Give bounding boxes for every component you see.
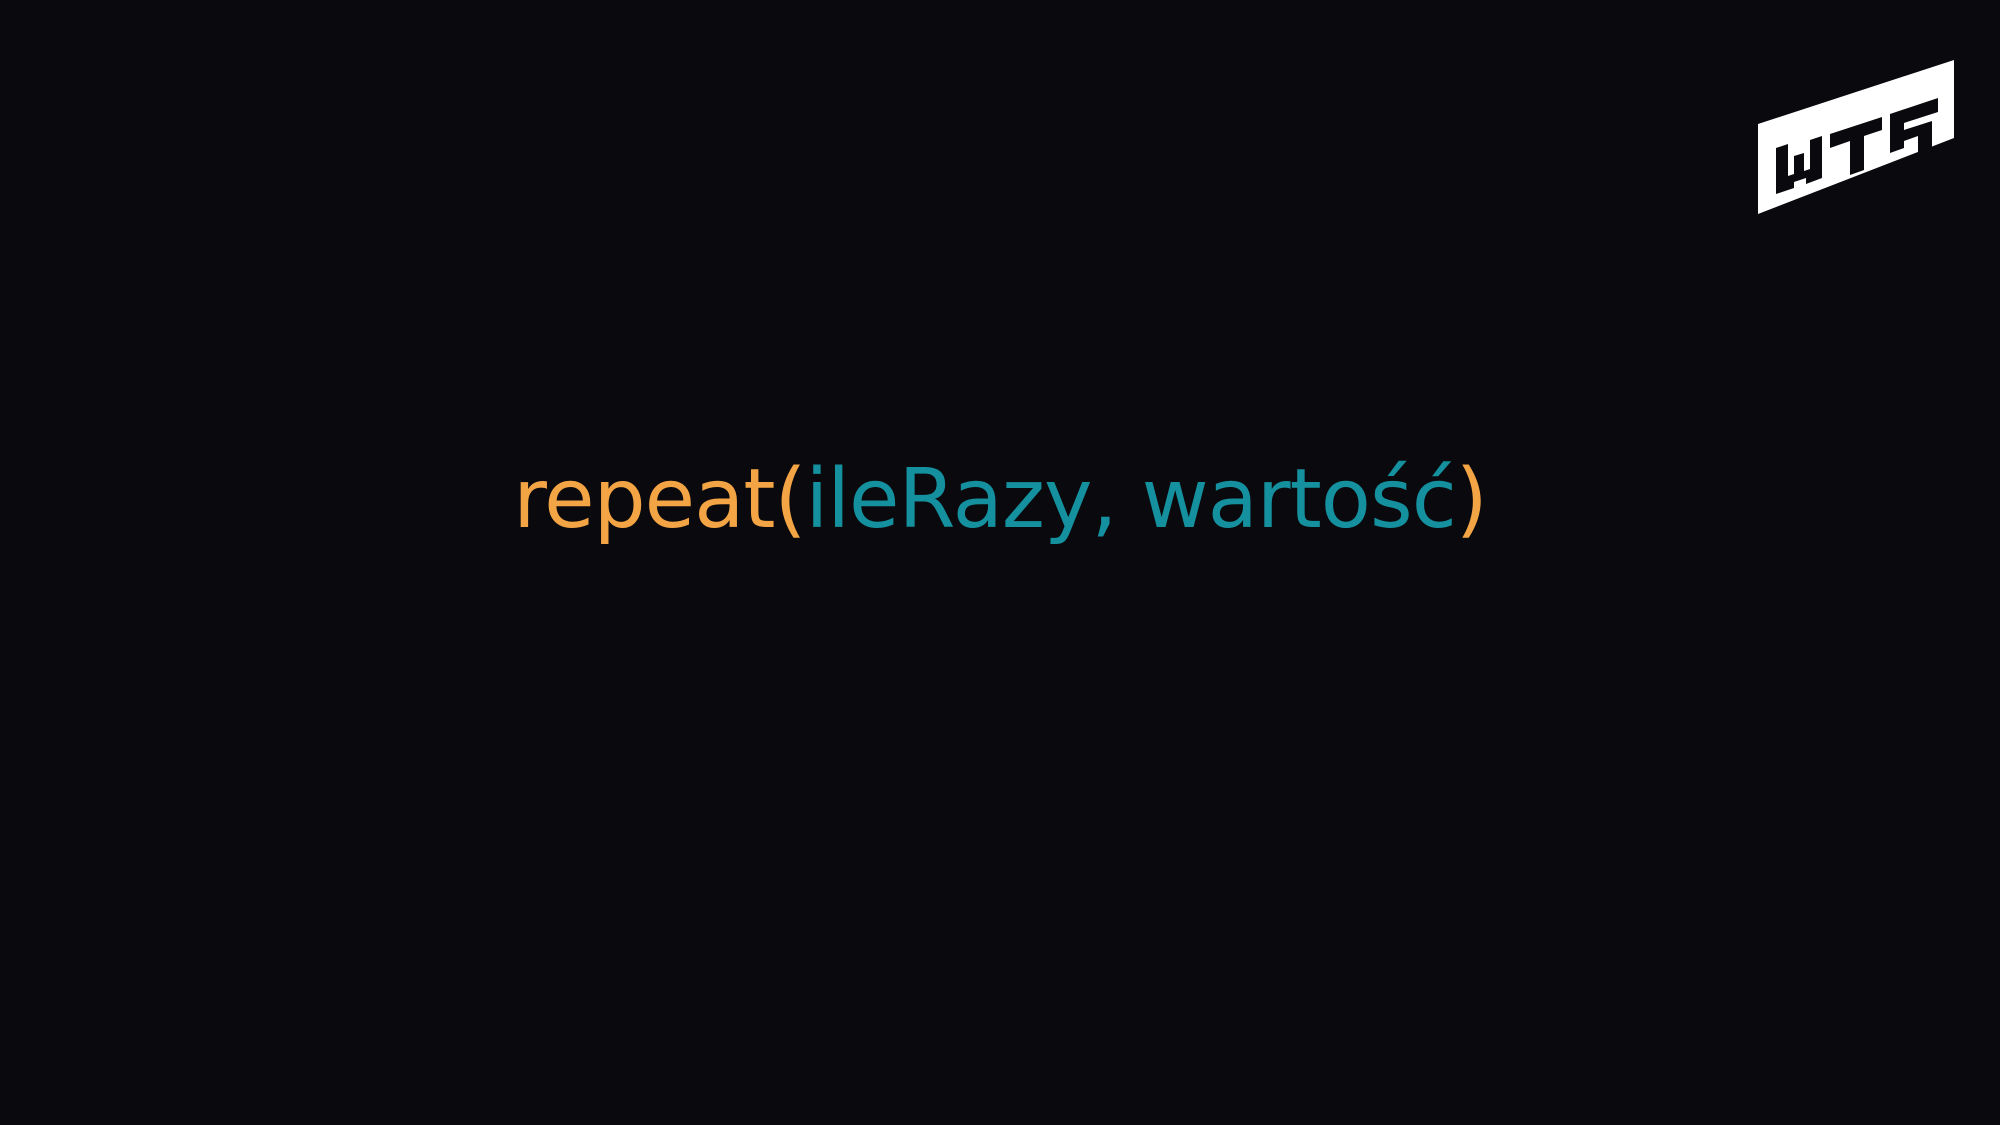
slide: repeat(ileRazy, wartość) xyxy=(0,0,2000,1125)
open-paren: ( xyxy=(774,452,806,547)
function-name: repeat xyxy=(513,452,775,547)
brand-logo-icon xyxy=(1758,60,1954,214)
code-signature: repeat(ileRazy, wartość) xyxy=(0,440,2000,560)
close-paren: ) xyxy=(1455,452,1488,547)
function-arguments: ileRazy, wartość xyxy=(805,452,1456,547)
